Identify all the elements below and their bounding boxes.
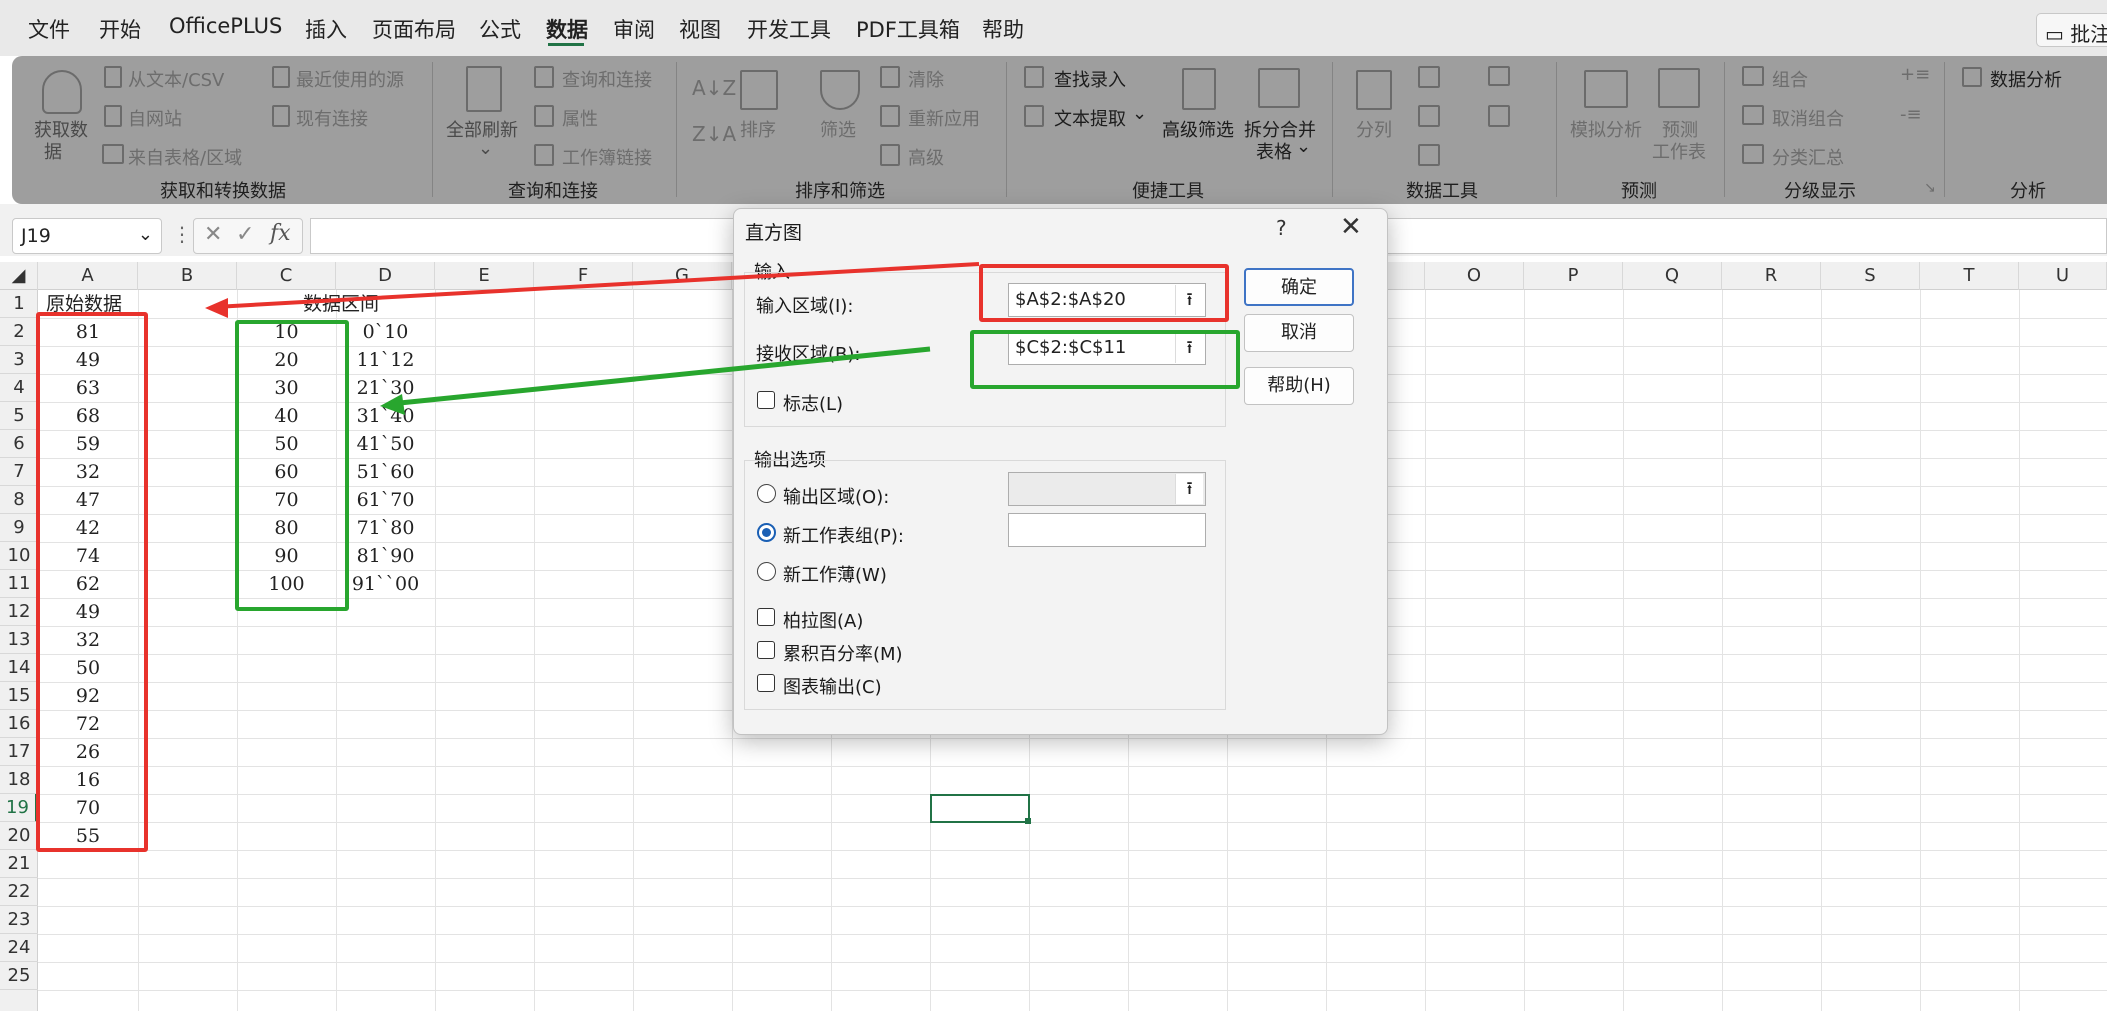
red-arrow-line xyxy=(214,262,980,309)
red-arrowhead-icon xyxy=(205,298,228,318)
annotation-arrows xyxy=(205,262,980,415)
green-arrowhead-icon xyxy=(380,394,405,415)
green-arrow-line xyxy=(389,346,931,407)
